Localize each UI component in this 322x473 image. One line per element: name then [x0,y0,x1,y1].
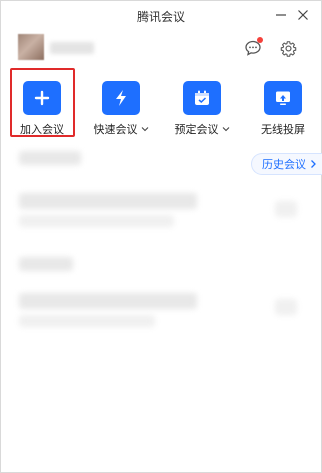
quick-meeting-tile[interactable] [102,81,140,115]
user-name-redacted [50,42,94,54]
gear-icon [280,40,296,57]
chevron-down-icon[interactable] [222,126,230,132]
screen-cast-icon [276,91,290,105]
redacted-meeting-info [19,315,155,327]
chevron-down-icon[interactable] [141,126,149,132]
user-profile[interactable] [18,34,96,60]
redacted-meeting-title [19,293,197,309]
redacted-meeting-info [19,215,174,227]
notification-dot [257,37,263,43]
lightning-icon [116,90,126,106]
highlight-annotation [10,68,75,137]
messages-button[interactable] [243,37,263,58]
chevron-right-icon [311,160,316,168]
settings-button[interactable] [278,38,298,58]
minus-icon [276,14,286,16]
redacted-meeting-action [275,299,297,315]
app-window: 腾讯会议 加入会议 快速会议 预定会议 无线投屏 历史会议 [0,0,322,473]
minimize-button[interactable] [271,5,291,25]
title-bar: 腾讯会议 [1,1,321,29]
close-button[interactable] [293,5,313,25]
redacted-meeting-title [19,193,197,209]
history-meetings-label: 历史会议 [262,158,306,171]
redacted-date [19,257,73,271]
schedule-meeting-button[interactable]: 预定会议 [167,81,237,141]
quick-meeting-button[interactable]: 快速会议 [86,81,156,141]
schedule-meeting-label: 预定会议 [175,121,230,137]
avatar[interactable] [18,34,44,60]
calendar-icon [195,90,209,105]
quick-meeting-label: 快速会议 [94,121,149,137]
history-meetings-button[interactable]: 历史会议 [251,153,322,175]
wireless-cast-button[interactable]: 无线投屏 [248,81,318,141]
wireless-cast-label: 无线投屏 [261,123,305,136]
redacted-date [19,151,81,165]
close-icon [298,10,308,20]
redacted-meeting-action [275,201,297,217]
schedule-meeting-tile[interactable] [183,81,221,115]
wireless-cast-tile[interactable] [264,81,302,115]
